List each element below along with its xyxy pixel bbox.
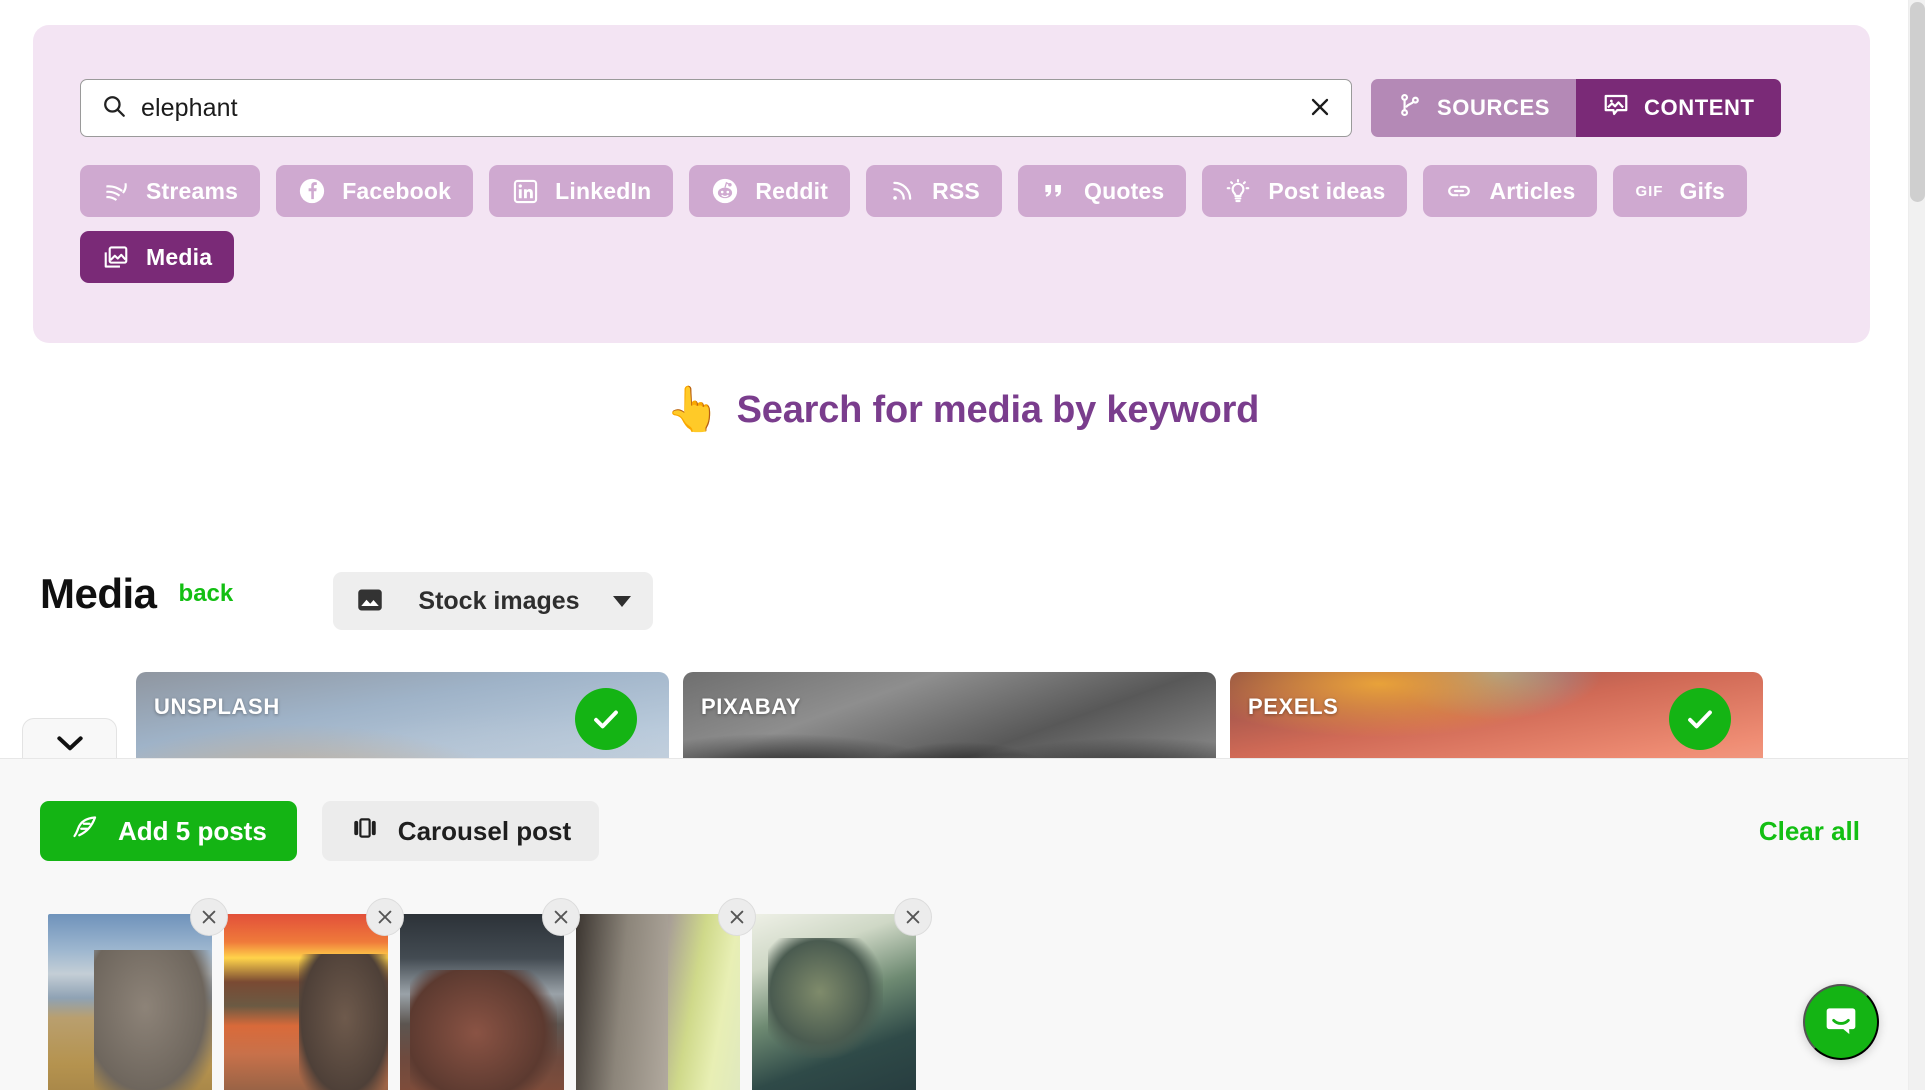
close-icon <box>1308 95 1332 122</box>
tab-sources-label: SOURCES <box>1437 95 1550 120</box>
chip-articles-label: Articles <box>1489 177 1576 204</box>
remove-thumbnail-button[interactable] <box>718 898 756 936</box>
intercom-chat-icon <box>1821 1001 1861 1044</box>
thumbnail-item[interactable] <box>400 898 580 1090</box>
thumbnail-item[interactable] <box>224 898 404 1090</box>
chip-facebook-label: Facebook <box>342 177 452 204</box>
empty-state-hint: 👆 Search for media by keyword <box>0 388 1925 432</box>
feather-icon <box>70 813 100 850</box>
image-icon <box>355 585 385 618</box>
chip-linkedin-label: LinkedIn <box>555 177 652 204</box>
chevron-down-icon <box>54 732 86 757</box>
gif-icon-text: GIF <box>1635 182 1664 200</box>
streams-icon <box>102 177 130 205</box>
tab-content[interactable]: CONTENT <box>1576 79 1781 137</box>
chip-post-ideas[interactable]: Post ideas <box>1202 165 1408 217</box>
chip-reddit-label: Reddit <box>755 177 829 204</box>
thumbnail-item[interactable] <box>752 898 932 1090</box>
facebook-icon <box>298 177 326 205</box>
selection-drawer: Add 5 posts Carousel post Clear all <box>0 758 1908 1090</box>
pointing-hand-icon: 👆 <box>665 385 721 434</box>
thumbnail-image <box>224 914 388 1090</box>
carousel-post-label: Carousel post <box>397 815 572 846</box>
branch-icon <box>1397 92 1423 124</box>
clear-all-button[interactable]: Clear all <box>1751 816 1868 847</box>
quote-icon <box>1040 177 1068 205</box>
media-section-header: Media back <box>40 570 233 618</box>
stock-images-label: Stock images <box>418 586 580 615</box>
search-input[interactable] <box>141 93 1289 123</box>
chip-media-label: Media <box>146 243 213 270</box>
page-title: Media <box>40 570 157 617</box>
remove-thumbnail-button[interactable] <box>542 898 580 936</box>
chip-media[interactable]: Media <box>80 231 235 283</box>
link-icon <box>1445 177 1473 205</box>
back-link[interactable]: back <box>179 580 234 608</box>
search-icon <box>101 93 127 124</box>
chip-rss-label: RSS <box>932 177 980 204</box>
chip-reddit[interactable]: Reddit <box>689 165 851 217</box>
app-root: SOURCES CONTENT <box>0 0 1925 1090</box>
page-scrollbar[interactable] <box>1908 0 1925 1090</box>
search-filter-panel: SOURCES CONTENT <box>33 25 1870 343</box>
thumbnail-image <box>400 914 564 1090</box>
source-card-label: UNSPLASH <box>154 694 280 719</box>
carousel-post-button[interactable]: Carousel post <box>321 801 600 861</box>
source-card-label: PIXABAY <box>701 694 801 719</box>
media-icon <box>102 243 130 271</box>
gif-icon: GIF <box>1635 177 1663 205</box>
chip-rss[interactable]: RSS <box>866 165 1002 217</box>
empty-state-text: Search for media by keyword <box>736 388 1260 431</box>
linkedin-icon <box>511 177 539 205</box>
thumbnail-image <box>576 914 740 1090</box>
carousel-icon <box>350 814 380 849</box>
view-toggle-group: SOURCES CONTENT <box>1371 79 1781 137</box>
chip-streams[interactable]: Streams <box>80 165 261 217</box>
add-posts-button[interactable]: Add 5 posts <box>40 801 297 861</box>
image-message-icon <box>1602 91 1630 125</box>
search-box[interactable] <box>80 79 1352 137</box>
drawer-actions: Add 5 posts Carousel post Clear all <box>40 801 1868 861</box>
support-chat-button[interactable] <box>1803 984 1879 1060</box>
chip-gifs[interactable]: GIF Gifs <box>1613 165 1747 217</box>
search-row: SOURCES CONTENT <box>80 79 1823 137</box>
lightbulb-icon <box>1224 177 1252 205</box>
thumbnail-item[interactable] <box>576 898 756 1090</box>
remove-thumbnail-button[interactable] <box>190 898 228 936</box>
add-posts-label: Add 5 posts <box>118 815 267 846</box>
chip-quotes[interactable]: Quotes <box>1017 165 1187 217</box>
chip-facebook[interactable]: Facebook <box>276 165 474 217</box>
thumbnail-image <box>48 914 212 1090</box>
chevron-down-icon <box>613 595 631 607</box>
check-icon <box>1669 688 1731 750</box>
chip-linkedin[interactable]: LinkedIn <box>489 165 674 217</box>
tab-sources[interactable]: SOURCES <box>1371 79 1576 137</box>
remove-thumbnail-button[interactable] <box>366 898 404 936</box>
selected-media-thumbnails <box>48 898 932 1090</box>
clear-search-button[interactable] <box>1303 91 1337 125</box>
chip-gifs-label: Gifs <box>1679 177 1725 204</box>
chip-post-ideas-label: Post ideas <box>1268 177 1386 204</box>
scrollbar-thumb[interactable] <box>1910 2 1925 202</box>
chip-quotes-label: Quotes <box>1083 177 1165 204</box>
rss-icon <box>888 177 916 205</box>
remove-thumbnail-button[interactable] <box>894 898 932 936</box>
content-filter-chips: Streams Facebook LinkedIn Reddit RSS Quo… <box>80 165 1830 283</box>
thumbnail-item[interactable] <box>48 898 228 1090</box>
chip-articles[interactable]: Articles <box>1423 165 1598 217</box>
thumbnail-image <box>752 914 916 1090</box>
check-icon <box>575 688 637 750</box>
tab-content-label: CONTENT <box>1644 95 1755 120</box>
stock-images-dropdown[interactable]: Stock images <box>333 572 653 630</box>
source-card-label: PEXELS <box>1248 694 1339 719</box>
chip-streams-label: Streams <box>146 177 239 204</box>
reddit-icon <box>711 177 739 205</box>
